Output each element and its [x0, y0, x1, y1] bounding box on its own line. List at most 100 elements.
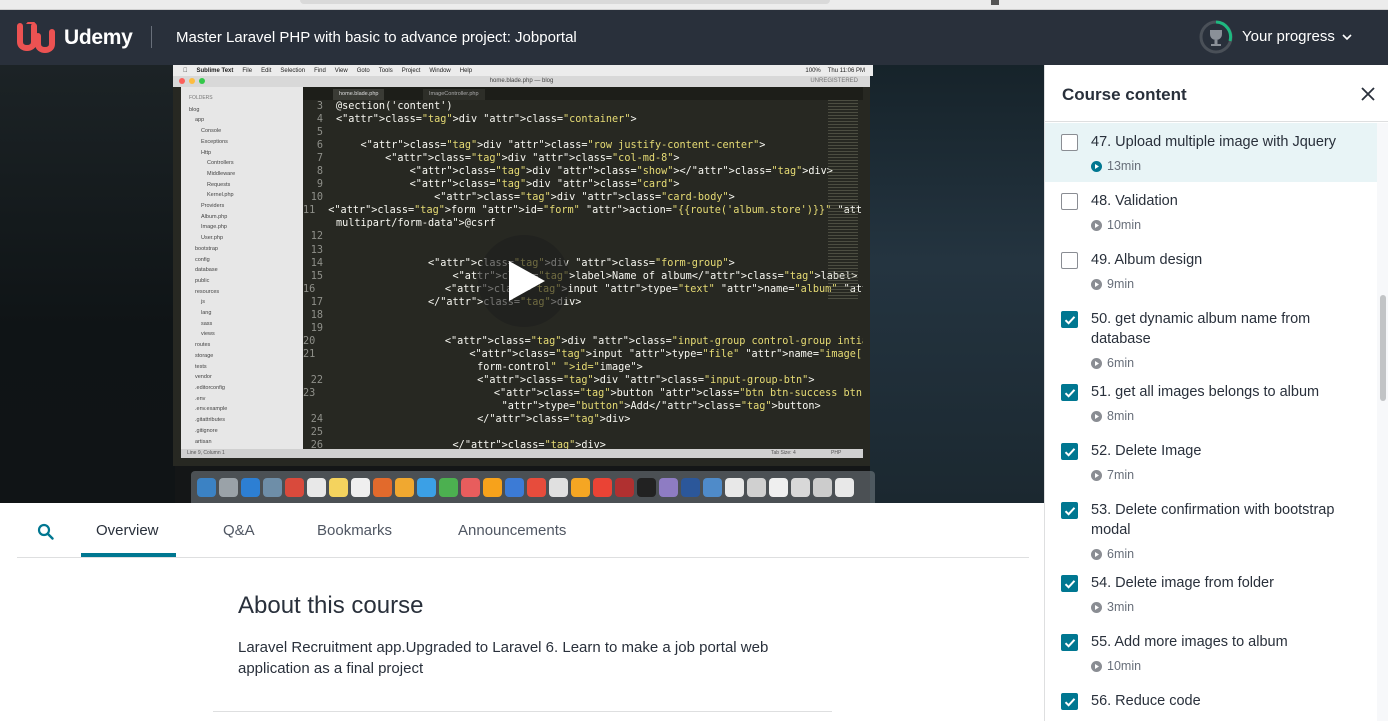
lecture-checkbox[interactable] [1061, 634, 1078, 651]
line-number: 25 [310, 427, 323, 439]
unregistered-label: UNREGISTERED [810, 78, 858, 84]
mac-menu-item: Edit [256, 67, 271, 74]
sidebar-file-item: .env [195, 395, 206, 402]
line-number: 11 [303, 205, 316, 217]
mac-menu-item: View [330, 67, 348, 74]
dock-app-icon [703, 477, 722, 497]
editor-tabs: home.blade.php ImageController.php [303, 87, 863, 100]
lecture-checkbox[interactable] [1061, 443, 1078, 460]
lecture-checkbox[interactable] [1061, 252, 1078, 269]
sidebar-file-item: sass [201, 320, 213, 327]
line-number [303, 361, 329, 374]
lecture-item[interactable]: 47. Upload multiple image with Jquery 13m… [1045, 123, 1377, 182]
top-header: Udemy Master Laravel PHP with basic to a… [0, 10, 1388, 65]
lecture-item[interactable]: 54. Delete image from folder 3min [1045, 564, 1377, 623]
brand-name: Udemy [64, 26, 133, 49]
code-text: </"attr">class="tag">div> [336, 440, 606, 449]
lecture-duration: 9min [1091, 274, 1367, 294]
sidebar-file-item: artisan [195, 438, 212, 445]
code-line: 17 </"attr">class="tag">div> [303, 296, 863, 309]
checkmark-icon [1064, 580, 1076, 589]
sidebar-file-item: Middleware [207, 170, 236, 177]
sidebar-header: FOLDERS [189, 95, 213, 101]
close-icon[interactable] [1361, 87, 1375, 101]
dock-app-icon [417, 477, 436, 497]
code-text: <"attr">class="tag">div "attr">class="in… [328, 335, 863, 347]
duration-text: 8min [1107, 409, 1135, 423]
lecture-duration: 6min [1091, 353, 1367, 373]
lecture-item[interactable]: 51. get all images belongs to album 8min [1045, 373, 1377, 432]
lecture-item[interactable]: 48. Validation 10min [1045, 182, 1377, 241]
minimap [828, 100, 858, 300]
lecture-checkbox[interactable] [1061, 134, 1078, 151]
lecture-checkbox[interactable] [1061, 384, 1078, 401]
scrollbar-thumb[interactable] [1380, 295, 1386, 401]
code-line: 22 <"attr">class="tag">div "attr">class=… [303, 374, 863, 387]
line-number: 8 [316, 166, 323, 178]
line-number: 9 [316, 179, 323, 191]
about-description: Laravel Recruitment app.Upgraded to Lara… [238, 639, 769, 677]
video-player[interactable]:  Sublime Text File Edit Selection Find … [0, 65, 1044, 503]
lecture-item[interactable]: 56. Reduce code [1045, 682, 1377, 721]
play-circle-icon [1091, 357, 1102, 369]
code-text: <"attr">class="tag">div "attr">class="in… [336, 374, 815, 386]
tab-bookmarks[interactable]: Bookmarks [317, 522, 392, 539]
scrollbar-track[interactable] [1377, 123, 1388, 721]
play-circle-icon [1091, 410, 1102, 422]
code-text: <"attr">class="tag">div "attr">class="co… [336, 153, 680, 165]
tab-announcements[interactable]: Announcements [458, 522, 566, 539]
dock-app-icon [241, 477, 260, 497]
lecture-title: 49. Album design [1091, 252, 1203, 268]
lecture-checkbox[interactable] [1061, 575, 1078, 592]
code-text: <"attr">class="tag">form "attr">id="form… [328, 205, 863, 217]
editor-tab-active: home.blade.php [333, 89, 385, 100]
play-button[interactable] [478, 235, 570, 327]
dock-app-icon [549, 477, 568, 497]
tab-overview[interactable]: Overview [96, 522, 159, 539]
lecture-item[interactable]: 53. Delete confirmation with bootstrap m… [1045, 491, 1377, 564]
lecture-item[interactable]: 49. Album design 9min [1045, 241, 1377, 300]
mac-battery: 100% [805, 67, 821, 74]
code-text: "attr">type="button">Add</"attr">class="… [501, 401, 821, 413]
search-icon[interactable] [37, 523, 54, 540]
udemy-logo[interactable]: Udemy [16, 22, 133, 54]
your-progress-button[interactable]: Your progress [1242, 28, 1335, 45]
sidebar-file-item: tests [195, 363, 207, 370]
code-line: 23 <"attr">class="tag">button "attr">cla… [303, 387, 863, 400]
lecture-item[interactable]: 55. Add more images to album 10min [1045, 623, 1377, 682]
syntax-label: PHP [831, 450, 842, 456]
checkmark-icon [1064, 507, 1076, 516]
dock-app-icon [197, 477, 216, 497]
line-number: 17 [310, 296, 323, 308]
sidebar-file-item: vendor [195, 374, 212, 381]
lecture-duration: 3min [1091, 597, 1367, 617]
line-number [303, 400, 329, 413]
course-title[interactable]: Master Laravel PHP with basic to advance… [176, 29, 577, 46]
lecture-checkbox[interactable] [1061, 193, 1078, 210]
sidebar-file-item: Kernel.php [207, 192, 234, 199]
cursor-position: Line 9, Column 1 [187, 450, 225, 456]
line-number: 4 [316, 114, 323, 126]
tab-qa[interactable]: Q&A [223, 522, 255, 539]
sidebar-file-item: config [195, 256, 210, 263]
lecture-checkbox[interactable] [1061, 502, 1078, 519]
lecture-item[interactable]: 52. Delete Image 7min [1045, 432, 1377, 491]
checkmark-icon [1064, 698, 1076, 707]
sidebar-file-item: bootstrap [195, 245, 218, 252]
header-divider [151, 26, 152, 48]
code-line: 3 @section('content') [303, 100, 863, 113]
browser-marker [991, 0, 999, 5]
sidebar-file-item: views [201, 331, 215, 338]
lecture-checkbox[interactable] [1061, 311, 1078, 328]
duration-text: 13min [1107, 159, 1142, 173]
dock-app-icon [747, 477, 766, 497]
sidebar-file-item: public [195, 277, 210, 284]
progress-trophy-icon[interactable] [1199, 20, 1233, 54]
lecture-title: 54. Delete image from folder [1091, 575, 1274, 591]
chevron-down-icon[interactable] [1341, 31, 1353, 43]
play-circle-icon [1091, 278, 1102, 290]
dock-app-icon [219, 477, 238, 497]
lecture-checkbox[interactable] [1061, 693, 1078, 710]
lecture-item[interactable]: 50. get dynamic album name from database… [1045, 300, 1377, 373]
